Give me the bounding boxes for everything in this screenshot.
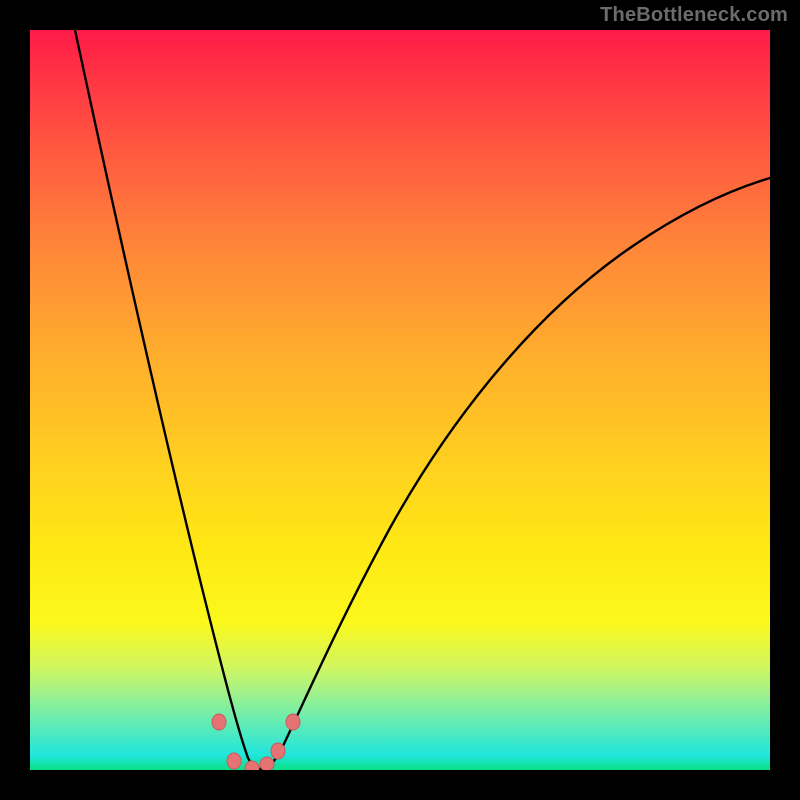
marker-dot (271, 743, 285, 759)
marker-dot (245, 761, 259, 770)
chart-plot-area (30, 30, 770, 770)
marker-dot (227, 753, 241, 769)
watermark-text: TheBottleneck.com (600, 4, 788, 27)
marker-dot (212, 714, 226, 730)
curve-right-branch (260, 178, 770, 769)
curve-markers (212, 714, 300, 770)
bottleneck-curve (30, 30, 770, 770)
marker-dot (260, 757, 274, 770)
marker-dot (286, 714, 300, 730)
curve-left-branch (75, 30, 260, 769)
